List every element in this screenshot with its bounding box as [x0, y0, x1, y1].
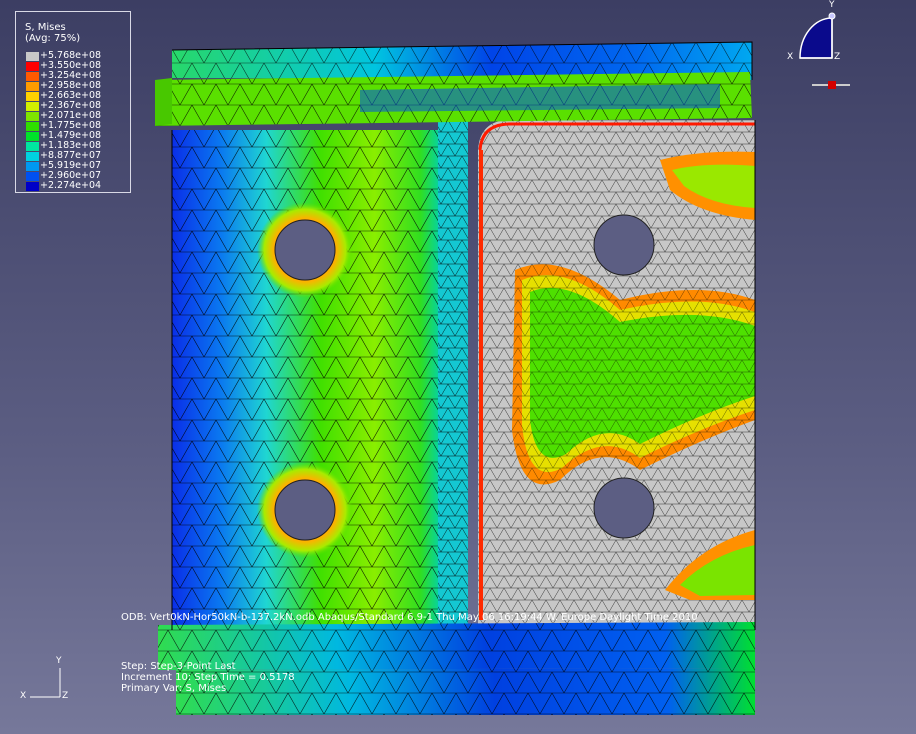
legend-swatch	[26, 112, 39, 121]
legend-swatch	[26, 72, 39, 81]
axis-z-label: Z	[62, 691, 69, 701]
legend-swatch	[26, 142, 39, 151]
viewport[interactable]: S, Mises (Avg: 75%) +5.768e+08 +3.550e+08…	[0, 0, 916, 734]
axis-x-label: X	[20, 691, 27, 701]
triad-x-label: X	[787, 52, 794, 62]
legend-entry: +2.274e+04	[26, 181, 130, 191]
triad-z-label: Z	[834, 52, 841, 62]
axis-triad	[30, 668, 61, 698]
legend-swatch	[26, 102, 39, 111]
legend-swatch	[26, 132, 39, 141]
view-triad	[799, 12, 850, 89]
contour-legend: S, Mises (Avg: 75%) +5.768e+08 +3.550e+08…	[15, 11, 131, 193]
legend-swatch	[26, 92, 39, 101]
legend-value: +2.274e+04	[40, 180, 102, 191]
primary-var-line: Primary Var: S, Mises	[121, 683, 227, 694]
legend-title: S, Mises	[25, 22, 66, 33]
legend-subtitle: (Avg: 75%)	[25, 33, 81, 44]
bolt-hole	[274, 219, 336, 281]
bolt-hole	[593, 477, 655, 539]
odb-info-line: ODB: Vert0kN-Hor50kN-b-137.2kN.odb Abaqu…	[121, 612, 698, 623]
step-info-line: Step: Step-3-Point Last	[121, 661, 236, 672]
legend-swatch	[26, 182, 39, 191]
triad-y-label: Y	[829, 0, 835, 10]
legend-swatch	[26, 152, 39, 161]
increment-info-line: Increment 10: Step Time = 0.5178	[121, 672, 295, 683]
legend-swatch	[26, 172, 39, 181]
legend-swatch	[26, 52, 39, 61]
legend-swatch	[26, 122, 39, 131]
bolt-hole	[593, 214, 655, 276]
bolt-hole	[274, 479, 336, 541]
legend-swatch	[26, 82, 39, 91]
legend-swatch	[26, 162, 39, 171]
axis-y-label: Y	[56, 656, 62, 666]
legend-swatch	[26, 62, 39, 71]
model-canvas[interactable]	[0, 0, 916, 734]
